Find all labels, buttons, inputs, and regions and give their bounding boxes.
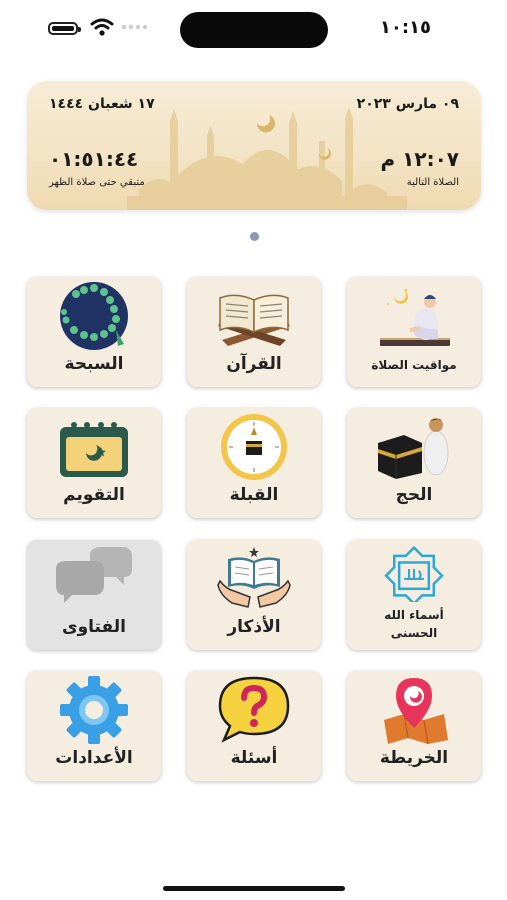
tile-label: أسئلة <box>230 748 278 768</box>
allah-names-icon <box>384 546 444 602</box>
open-book-hands-icon <box>217 547 291 608</box>
tile-hajj[interactable]: الحج <box>347 408 481 518</box>
tile-label: الفتاوى <box>62 617 126 637</box>
prayer-beads-icon <box>60 282 128 350</box>
countdown-label: متبقي حتى صلاة الظهر <box>49 177 145 188</box>
status-time: ١٠:١٥ <box>379 17 431 38</box>
tile-names-of-allah[interactable]: أسماء الله الحسنى <box>347 540 481 650</box>
tile-label: الأذكار <box>227 617 281 637</box>
tile-label: الخريطة <box>379 748 449 768</box>
tile-label: أسماء الله الحسنى <box>347 606 481 642</box>
battery-icon <box>48 22 81 35</box>
hijri-date: ١٧ شعبان ١٤٤٤ <box>49 96 155 112</box>
kaaba-pilgrim-icon <box>378 418 449 479</box>
question-bubble-icon <box>218 676 290 743</box>
tile-tasbeeh[interactable]: السبحة <box>27 277 161 387</box>
gregorian-date: ٠٩ مارس ٢٠٢٣ <box>356 96 459 112</box>
map-pin-icon <box>384 678 448 744</box>
next-prayer-time: ١٢:٠٧ م <box>380 147 459 171</box>
tile-map[interactable]: الخريطة <box>347 671 481 781</box>
wifi-icon <box>90 18 114 36</box>
quran-book-icon <box>218 294 290 346</box>
tile-adhkar[interactable]: الأذكار <box>187 540 321 650</box>
countdown-timer: ٠١:٥١:٤٤ <box>49 147 139 171</box>
tile-prayer-times[interactable]: مواقيت الصلاة <box>347 277 481 387</box>
tile-label: القرآن <box>226 354 282 374</box>
tile-label: التقويم <box>63 485 125 505</box>
page-indicator-dot[interactable] <box>250 232 259 241</box>
home-indicator[interactable] <box>163 886 345 891</box>
tile-qibla[interactable]: القبلة <box>187 408 321 518</box>
tile-calendar[interactable]: التقويم <box>27 408 161 518</box>
cellular-signal-icon <box>122 25 147 29</box>
prayer-info-card[interactable]: ٠٩ مارس ٢٠٢٣ ١٧ شعبان ١٤٤٤ ١٢:٠٧ م الصلا… <box>27 81 481 210</box>
tile-fatawa[interactable]: الفتاوى <box>27 540 161 650</box>
tile-questions[interactable]: أسئلة <box>187 671 321 781</box>
dynamic-island <box>180 12 328 48</box>
tile-label: الأعدادات <box>55 748 133 768</box>
tile-label-line2: الحسنى <box>390 626 438 640</box>
tile-label-line1: أسماء الله <box>384 608 444 622</box>
tile-label: الحج <box>395 485 433 505</box>
qibla-compass-icon <box>221 414 287 480</box>
tile-settings[interactable]: الأعدادات <box>27 671 161 781</box>
chat-bubbles-icon <box>56 547 132 603</box>
next-prayer-label: الصلاة التالية <box>406 177 459 188</box>
status-bar: ١٠:١٥ <box>0 0 507 60</box>
praying-man-icon <box>380 288 450 346</box>
calendar-icon <box>60 422 128 477</box>
gear-icon <box>60 676 128 744</box>
tile-label: السبحة <box>64 354 124 374</box>
tile-quran[interactable]: القرآن <box>187 277 321 387</box>
tile-label: مواقيت الصلاة <box>371 358 457 372</box>
tile-label: القبلة <box>229 485 279 505</box>
